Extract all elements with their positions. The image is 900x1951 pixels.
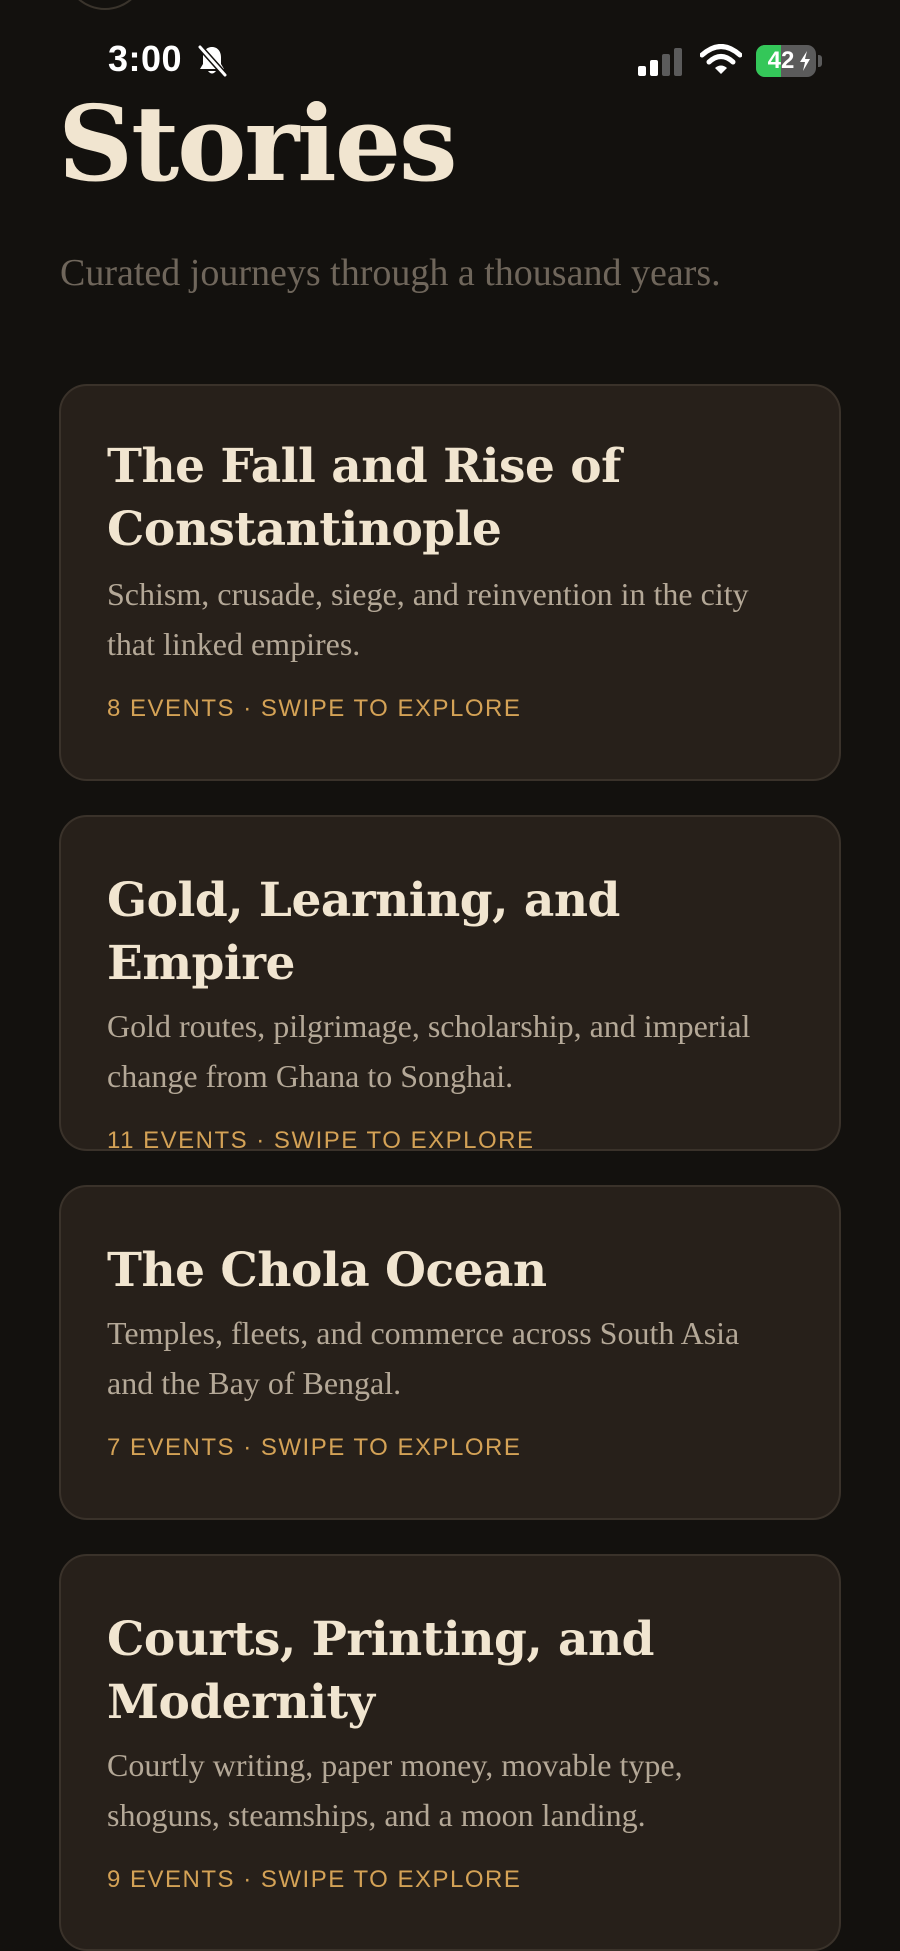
story-card[interactable]: Gold, Learning, and Empire Gold routes, … [59, 815, 841, 1154]
charging-bolt-icon [800, 51, 810, 71]
story-meta: 11 EVENTS · SWIPE TO EXPLORE [107, 1127, 535, 1154]
story-title: Courts, Printing, and Modernity [107, 1612, 655, 1730]
story-title: Gold, Learning, and Empire [107, 873, 620, 991]
story-card[interactable]: The Fall and Rise of Constantinople Schi… [59, 384, 841, 781]
wifi-icon [699, 44, 743, 76]
story-description: Courtly writing, paper money, movable ty… [107, 1747, 683, 1833]
story-description: Temples, fleets, and commerce across Sou… [107, 1315, 740, 1401]
story-title: The Chola Ocean [107, 1243, 547, 1298]
story-meta: 7 EVENTS · SWIPE TO EXPLORE [107, 1434, 522, 1461]
story-card[interactable]: Courts, Printing, and Modernity Courtly … [59, 1554, 841, 1951]
story-description: Gold routes, pilgrimage, scholarship, an… [107, 1008, 751, 1094]
story-description: Schism, crusade, siege, and reinvention … [107, 576, 749, 662]
battery-indicator: 42 [756, 45, 816, 77]
page-title: Stories [58, 82, 458, 205]
battery-nub [818, 55, 822, 67]
story-card[interactable]: The Chola Ocean Temples, fleets, and com… [59, 1185, 841, 1520]
cellular-signal-icon [638, 48, 684, 76]
story-meta: 9 EVENTS · SWIPE TO EXPLORE [107, 1866, 522, 1893]
story-title: The Fall and Rise of Constantinople [107, 439, 621, 557]
page-subtitle: Curated journeys through a thousand year… [60, 252, 721, 294]
status-time: 3:00 [108, 38, 183, 79]
story-meta: 8 EVENTS · SWIPE TO EXPLORE [107, 695, 522, 722]
bell-slash-icon [196, 44, 228, 78]
